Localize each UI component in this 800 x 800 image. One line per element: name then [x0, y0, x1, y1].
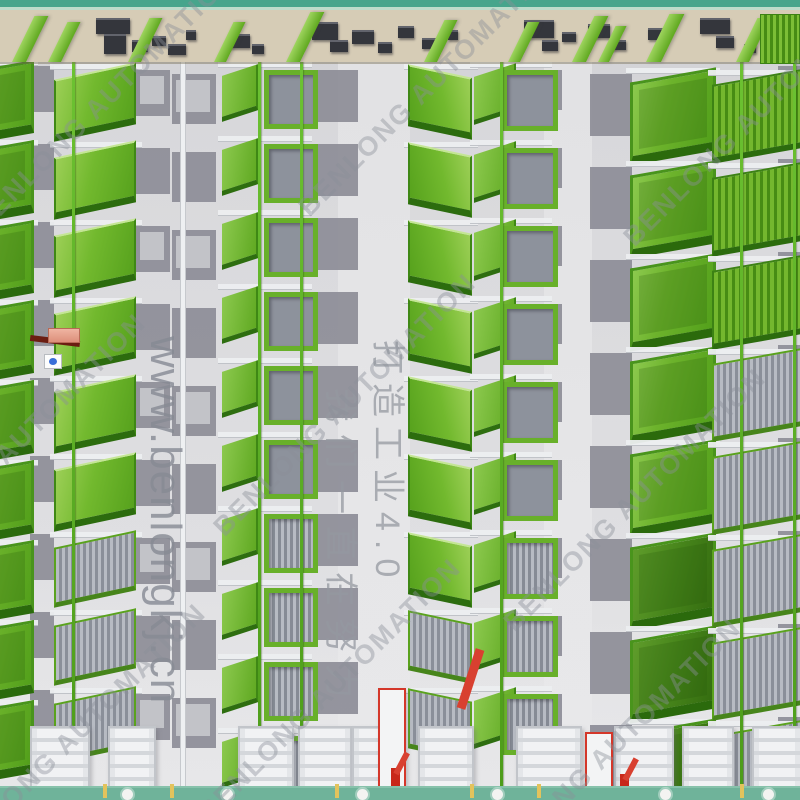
floor-marker-circle	[763, 789, 774, 800]
rack-rail-green	[258, 60, 261, 788]
shadowed-machine	[140, 232, 164, 260]
rack-frame-slot	[264, 588, 318, 647]
rack-panel	[54, 452, 136, 531]
crane-logo-mark	[49, 358, 57, 365]
rack-frame-slot	[264, 70, 318, 129]
rack-divider	[222, 286, 258, 344]
rack-panel	[408, 454, 472, 530]
floor-marker-circle	[122, 789, 133, 800]
rack-panel	[630, 532, 716, 630]
shadow-block	[590, 353, 632, 415]
overhead-equipment	[378, 42, 392, 53]
overhead-equipment	[96, 18, 130, 34]
rack-bracket	[218, 580, 312, 586]
rack-panel	[0, 300, 34, 387]
aisle-floor-strip	[0, 786, 800, 800]
rack-bracket	[218, 136, 312, 142]
overhead-equipment	[330, 40, 348, 52]
rack-bracket	[218, 358, 312, 364]
rack-panel	[408, 142, 472, 218]
floor-marker-dash	[170, 784, 174, 798]
robot-arm	[393, 751, 410, 775]
rack-divider	[222, 360, 258, 418]
overhead-equipment	[700, 18, 730, 34]
overhead-equipment	[252, 44, 264, 54]
rack-frame-slot	[502, 226, 558, 287]
rack-frame-slot	[264, 218, 318, 277]
shadow-block	[312, 292, 358, 344]
rack-divider	[222, 138, 258, 196]
shadow-block	[172, 152, 216, 202]
floor-marker-dash	[740, 784, 744, 798]
stacker-crane-carriage	[48, 328, 80, 343]
rack-frame-slot	[502, 460, 558, 521]
ceiling-edge-strip	[0, 0, 800, 7]
floor-marker-circle	[492, 789, 503, 800]
floor-marker-dash	[335, 784, 339, 798]
robot-arm	[622, 757, 639, 781]
rack-frame-slot	[502, 70, 558, 131]
rack-panel	[54, 218, 136, 297]
rack-rail-green	[72, 60, 75, 788]
rack-bracket	[218, 210, 312, 216]
ceiling-edge-highlight	[0, 7, 800, 10]
overhead-equipment	[542, 40, 558, 51]
factory-aerial-render: www.benlongkj.cn 打造工业4.0 我们一直在努力 BENLONG…	[0, 0, 800, 800]
rack-rail-green	[793, 60, 796, 788]
rack-divider	[222, 212, 258, 270]
rack-bracket	[218, 284, 312, 290]
shadow-block	[312, 218, 358, 270]
overhead-equipment	[716, 36, 734, 48]
loading-station	[108, 726, 156, 792]
loading-station	[298, 726, 352, 792]
rack-panel	[0, 60, 34, 147]
rack-frame-slot	[264, 366, 318, 425]
overhead-equipment	[398, 26, 414, 38]
rack-frame-slot	[264, 292, 318, 351]
crane-logo-plate	[44, 354, 62, 369]
rack-frame-slot	[502, 304, 558, 365]
rack-panel	[408, 376, 472, 452]
rack-rail-green	[740, 60, 743, 788]
loading-station	[752, 726, 800, 792]
overhead-equipment	[104, 34, 126, 54]
rack-panel	[630, 253, 716, 351]
shadow-block	[136, 148, 170, 194]
rack-frame-slot	[502, 148, 558, 209]
rack-frame-slot	[264, 514, 318, 573]
floor-marker-dash	[470, 784, 474, 798]
floor-marker-circle	[660, 789, 671, 800]
rack-bracket	[218, 654, 312, 660]
shadow-block	[590, 260, 632, 322]
rack-bracket	[218, 62, 312, 68]
rack-panel	[712, 255, 800, 350]
rack-divider	[222, 64, 258, 122]
rack-frame-slot	[502, 382, 558, 443]
shadow-block	[590, 167, 632, 229]
rack-panel	[0, 220, 34, 307]
floor-marker-circle	[357, 789, 368, 800]
loading-station	[682, 726, 734, 792]
rack-panel	[712, 441, 800, 535]
rack-rail-green	[500, 60, 503, 788]
overhead-equipment	[352, 30, 374, 44]
loading-station	[418, 726, 474, 792]
shadow-block	[312, 70, 358, 122]
overhead-equipment	[562, 32, 576, 42]
rack-panel	[712, 162, 800, 257]
shadow-block	[590, 632, 632, 694]
floor-marker-dash	[103, 784, 107, 798]
shadow-block	[590, 74, 632, 136]
